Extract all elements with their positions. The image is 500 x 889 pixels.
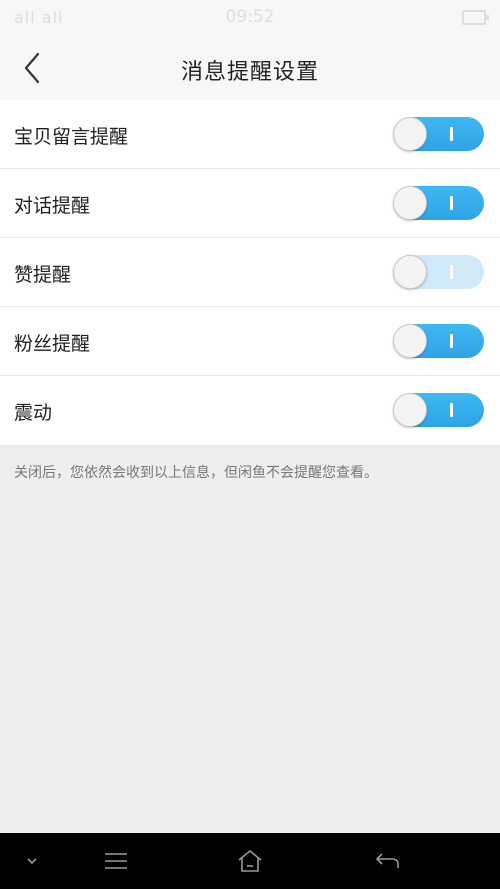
toggle-knob [393, 117, 427, 151]
home-button[interactable] [228, 833, 272, 889]
chevron-down-icon [27, 858, 37, 865]
settings-list: 宝贝留言提醒 对话提醒 赞提醒 粉丝提醒 震动 [0, 100, 500, 445]
toggle-on-mark [450, 127, 453, 141]
battery-icon [462, 10, 489, 25]
toggle-knob [393, 393, 427, 427]
toggle-like[interactable] [393, 255, 484, 289]
toggle-knob [393, 255, 427, 289]
back-icon [376, 853, 399, 868]
setting-label: 对话提醒 [14, 195, 91, 217]
toggle-knob [393, 324, 427, 358]
home-icon [238, 850, 262, 872]
setting-label: 宝贝留言提醒 [14, 126, 129, 148]
menu-icon [105, 853, 127, 869]
menu-button[interactable] [94, 833, 138, 889]
toggle-item-comment[interactable] [393, 117, 484, 151]
hint-text: 关闭后，您依然会收到以上信息，但闲鱼不会提醒您查看。 [14, 465, 378, 481]
setting-label: 赞提醒 [14, 264, 72, 286]
setting-label: 震动 [14, 402, 53, 424]
toggle-vibrate[interactable] [393, 393, 484, 427]
setting-row-like: 赞提醒 [0, 238, 500, 307]
setting-row-vibrate: 震动 [0, 376, 500, 445]
toggle-fans[interactable] [393, 324, 484, 358]
status-time: 09:52 [225, 7, 275, 27]
status-bar: all all 09:52 [0, 0, 500, 36]
system-nav-bar [0, 833, 500, 889]
toggle-on-mark [450, 403, 453, 417]
toggle-knob [393, 186, 427, 220]
setting-row-fans: 粉丝提醒 [0, 307, 500, 376]
nav-bar: 消息提醒设置 [0, 36, 500, 100]
page-title: 消息提醒设置 [180, 60, 319, 85]
setting-row-item-comment: 宝贝留言提醒 [0, 100, 500, 169]
setting-label: 粉丝提醒 [14, 333, 91, 355]
toggle-on-mark [450, 334, 453, 348]
toggle-on-mark [450, 196, 453, 210]
toggle-on-mark [450, 265, 453, 279]
collapse-button[interactable] [12, 833, 52, 889]
back-system-button[interactable] [366, 833, 410, 889]
setting-row-chat: 对话提醒 [0, 169, 500, 238]
toggle-chat[interactable] [393, 186, 484, 220]
